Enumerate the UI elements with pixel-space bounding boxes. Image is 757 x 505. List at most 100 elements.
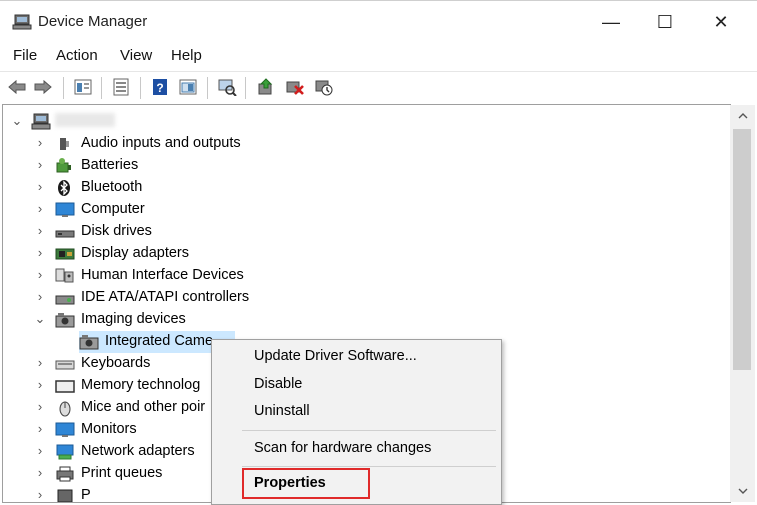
chevron-right-icon[interactable]: › (34, 488, 46, 501)
chevron-right-icon[interactable]: › (34, 268, 46, 281)
window-title: Device Manager (38, 13, 148, 30)
menu-item-disable[interactable]: Disable (254, 376, 302, 392)
help-icon[interactable]: ? (150, 77, 170, 97)
keyboard-icon (55, 355, 75, 373)
disk-drive-icon (55, 223, 75, 241)
chevron-right-icon[interactable]: › (34, 378, 46, 391)
chevron-down-icon (738, 488, 747, 494)
chevron-right-icon[interactable]: › (34, 422, 46, 435)
toolbar-separator (63, 77, 64, 99)
tree-item-label: Integrated Came (105, 333, 214, 349)
device-manager-icon (12, 13, 32, 31)
tree-item[interactable]: › Computer (3, 199, 728, 221)
menu-help[interactable]: Help (171, 47, 202, 64)
menu-item-uninstall[interactable]: Uninstall (254, 403, 310, 419)
memory-icon (55, 377, 75, 395)
tree-item-label: Display adapters (81, 245, 189, 261)
minimize-button[interactable]: — (588, 7, 634, 37)
ide-controller-icon (55, 289, 75, 307)
context-menu: Update Driver Software... Disable Uninst… (211, 339, 502, 505)
properties-pane-icon[interactable] (73, 77, 93, 97)
tree-item-label: Computer (81, 201, 145, 217)
mouse-icon (55, 399, 73, 417)
close-button[interactable]: ✕ (698, 7, 744, 37)
chevron-right-icon[interactable]: › (34, 180, 46, 193)
network-icon (55, 443, 74, 461)
chevron-right-icon[interactable]: › (34, 356, 46, 369)
menu-file[interactable]: File (13, 47, 37, 64)
menu-item-properties[interactable]: Properties (254, 475, 326, 491)
processor-icon (55, 487, 73, 502)
toolbar-separator (101, 77, 102, 99)
vertical-scrollbar[interactable] (730, 105, 755, 502)
monitor-icon (55, 201, 75, 219)
chevron-right-icon[interactable]: › (34, 444, 46, 457)
computer-name-blurred (55, 113, 115, 127)
toolbar-separator (245, 77, 246, 99)
tree-item-label: Monitors (81, 421, 137, 437)
menu-item-update-driver[interactable]: Update Driver Software... (254, 348, 417, 364)
scroll-down-button[interactable] (730, 480, 755, 502)
title-bar[interactable]: Device Manager — ☐ ✕ (0, 1, 757, 43)
chevron-right-icon[interactable]: › (34, 290, 46, 303)
tree-item[interactable]: › Audio inputs and outputs (3, 133, 728, 155)
menu-separator (242, 430, 496, 431)
tree-item[interactable]: › Batteries (3, 155, 728, 177)
tree-item[interactable]: ⌄ Imaging devices (3, 309, 728, 331)
tree-root-row[interactable]: ⌄ (3, 111, 728, 133)
menu-bar: File Action View Help (0, 43, 757, 69)
back-icon[interactable] (7, 77, 27, 97)
chevron-down-icon[interactable]: ⌄ (11, 114, 23, 127)
tree-item-label: Network adapters (81, 443, 195, 459)
scroll-thumb[interactable] (733, 129, 751, 370)
chevron-right-icon[interactable]: › (34, 246, 46, 259)
svg-text:?: ? (156, 81, 163, 95)
chevron-down-icon[interactable]: ⌄ (34, 312, 46, 325)
battery-icon (55, 157, 73, 175)
chevron-right-icon[interactable]: › (34, 136, 46, 149)
tree-item-label: Imaging devices (81, 311, 186, 327)
device-list-icon[interactable] (111, 77, 131, 97)
tree-item[interactable]: › Human Interface Devices (3, 265, 728, 287)
tree-item-label: Keyboards (81, 355, 151, 371)
tree-item-label: Batteries (81, 157, 139, 173)
update-driver-icon[interactable] (256, 77, 276, 97)
chevron-right-icon[interactable]: › (34, 224, 46, 237)
chevron-right-icon[interactable]: › (34, 158, 46, 171)
chevron-right-icon[interactable]: › (34, 400, 46, 413)
tree-item[interactable]: › Display adapters (3, 243, 728, 265)
printer-icon (55, 465, 74, 483)
maximize-button[interactable]: ☐ (642, 7, 688, 37)
hid-icon (55, 267, 74, 285)
tree-item-label: P (81, 487, 91, 503)
disable-device-icon[interactable] (314, 77, 334, 97)
computer-root-icon (31, 113, 51, 131)
display-adapter-icon (55, 245, 75, 263)
uninstall-icon[interactable] (285, 77, 305, 97)
tree-item-label: Mice and other poir (81, 399, 206, 415)
toolbar-separator (140, 77, 141, 99)
monitor-icon (55, 421, 75, 439)
menu-view[interactable]: View (120, 47, 152, 64)
toolbar-separator (207, 77, 208, 99)
chevron-up-icon (738, 113, 747, 119)
device-manager-window: Device Manager — ☐ ✕ File Action View He… (0, 0, 757, 505)
forward-icon[interactable] (33, 77, 53, 97)
tree-item-label: Bluetooth (81, 179, 143, 195)
menu-action[interactable]: Action (56, 47, 98, 64)
scroll-up-button[interactable] (730, 105, 755, 127)
tree-item[interactable]: › IDE ATA/ATAPI controllers (3, 287, 728, 309)
menu-item-scan-hardware[interactable]: Scan for hardware changes (254, 440, 431, 456)
tree-item-label: Human Interface Devices (81, 267, 244, 283)
show-hide-icon[interactable] (178, 77, 198, 97)
chevron-right-icon[interactable]: › (34, 202, 46, 215)
menu-separator (242, 466, 496, 467)
tree-item-label: Audio inputs and outputs (81, 135, 241, 151)
scan-hardware-icon[interactable] (217, 77, 237, 97)
tree-item[interactable]: › Bluetooth (3, 177, 728, 199)
toolbar: ? (0, 71, 757, 104)
camera-icon (79, 333, 99, 351)
tree-item[interactable]: › Disk drives (3, 221, 728, 243)
chevron-right-icon[interactable]: › (34, 466, 46, 479)
camera-icon (55, 311, 75, 329)
